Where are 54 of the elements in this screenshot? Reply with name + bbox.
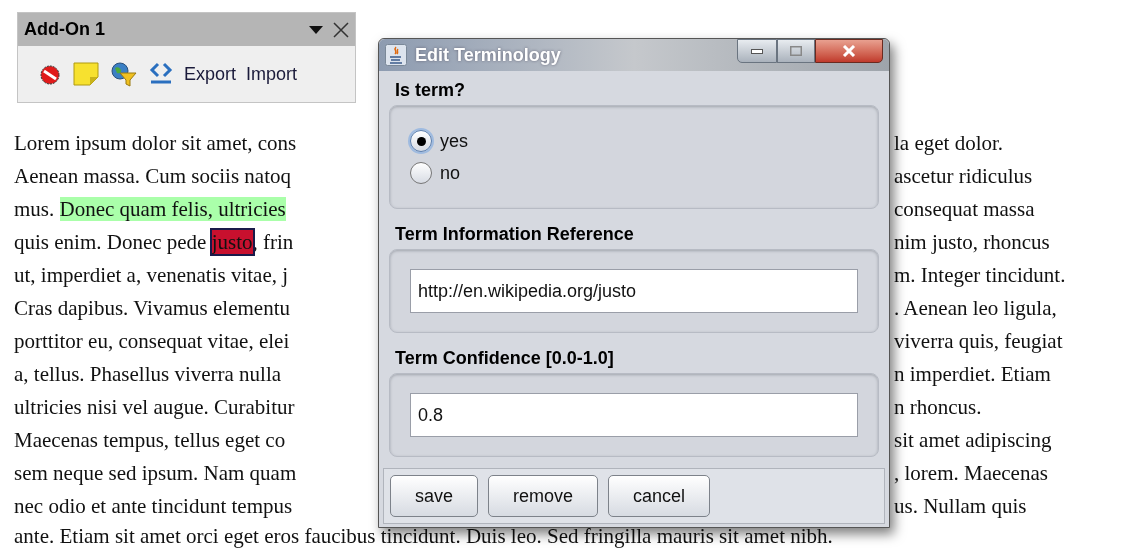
no-entry-icon[interactable]: [38, 62, 62, 86]
body-text-line: viverra quis, feugiat: [894, 328, 1063, 355]
body-text-line: ut, imperdiet a, venenatis vitae, j: [14, 263, 289, 287]
minimize-icon: [751, 48, 763, 54]
code-tag-icon[interactable]: [148, 61, 174, 87]
radio-button[interactable]: [410, 130, 432, 152]
body-text-line: a, tellus. Phasellus viverra nulla: [14, 362, 282, 386]
body-text-line: porttitor eu, consequat vitae, elei: [14, 329, 290, 353]
close-icon[interactable]: [333, 21, 349, 38]
body-text-line: n rhoncus.: [894, 394, 982, 421]
body-text-line: Aenean massa. Cum sociis natoq: [14, 164, 292, 188]
toolbar-button[interactable]: Export: [184, 60, 237, 88]
dialog-button[interactable]: cancel: [608, 475, 711, 517]
panel-title: Add-On 1: [24, 18, 106, 41]
radio-button[interactable]: [410, 162, 432, 184]
selected-word: justo: [211, 230, 253, 254]
body-text-line: ascetur ridiculus: [894, 163, 1033, 190]
maximize-icon: [790, 46, 802, 56]
maximize-button[interactable]: [777, 39, 815, 63]
body-text-line: la eget dolor.: [894, 130, 1004, 157]
globe-filter-icon[interactable]: [110, 61, 138, 87]
body-text-line: sem neque sed ipsum. Nam quam: [14, 461, 297, 485]
body-text-line: , lorem. Maecenas: [894, 460, 1048, 487]
body-text-line: nim justo, rhoncus: [894, 229, 1050, 256]
close-button[interactable]: [815, 39, 883, 63]
text-field[interactable]: 0.8: [410, 393, 858, 437]
highlighted-text: Donec quam felis, ultricies: [59, 197, 286, 221]
toolbar-button[interactable]: Import: [246, 60, 298, 88]
body-text-line: us. Nullam quis: [894, 493, 1027, 520]
body-text-line: Maecenas tempus, tellus eget co: [14, 428, 286, 452]
close-icon: [842, 45, 856, 57]
java-cup-icon: [385, 44, 407, 66]
body-text-line: consequat massa: [894, 196, 1035, 223]
body-text-line: . Aenean leo ligula,: [894, 295, 1057, 322]
body-text-line: mus. Donec quam felis, ultricies: [14, 197, 286, 221]
body-text-line: sit amet adipiscing: [894, 427, 1052, 454]
section-label: Term Information Reference: [395, 223, 635, 245]
text-field[interactable]: http://en.wikipedia.org/justo: [410, 269, 858, 313]
dialog-button[interactable]: save: [390, 475, 479, 517]
section-label: Is term?: [395, 79, 467, 101]
radio-label: no: [440, 161, 461, 185]
section-label: Term Confidence [0.0-1.0]: [395, 347, 615, 369]
dialog-button[interactable]: remove: [488, 475, 599, 517]
body-text-line: n imperdiet. Etiam: [894, 361, 1051, 388]
body-text-line: nec odio et ante tincidunt tempus: [14, 494, 293, 518]
body-text-line: ante. Etiam sit amet orci eget eros faucibus tincidunt. Duis leo. Sed fringilla mauris sit amet nibh.: [14, 523, 833, 549]
body-text-line: Cras dapibus. Vivamus elementu: [14, 296, 290, 320]
minimize-button[interactable]: [737, 39, 777, 63]
body-text-line: ultricies nisi vel augue. Curabitur: [14, 395, 295, 419]
body-text-line: m. Integer tincidunt.: [894, 262, 1066, 289]
dropdown-icon[interactable]: [309, 24, 323, 35]
body-text-line: Lorem ipsum dolor sit amet, cons: [14, 131, 297, 155]
radio-label: yes: [440, 129, 468, 153]
dialog-title: Edit Terminology: [415, 43, 562, 67]
